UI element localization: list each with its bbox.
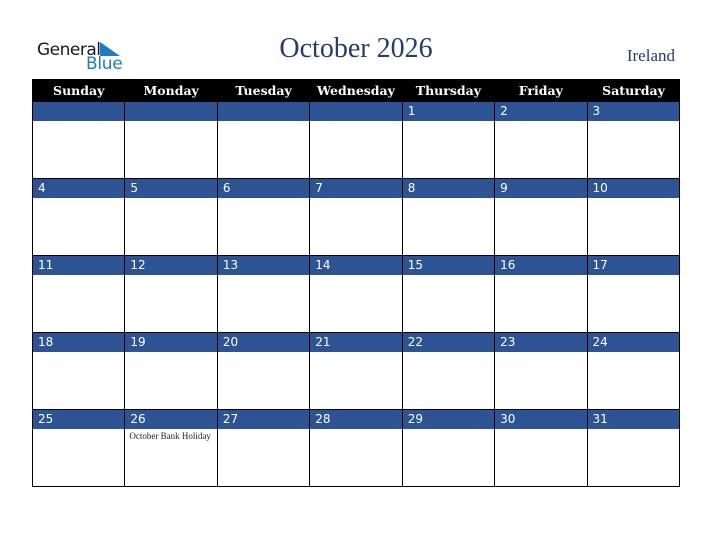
day-number: 1 (402, 102, 495, 121)
day-cell[interactable]: 31 (586, 409, 681, 487)
day-number (33, 102, 125, 121)
weekday-header-saturday: Saturday (586, 79, 680, 102)
day-number: 9 (495, 179, 587, 198)
weekday-header-monday: Monday (124, 79, 218, 102)
day-number: 10 (587, 179, 679, 198)
day-number: 31 (587, 410, 679, 429)
day-cell[interactable] (124, 101, 218, 179)
day-cell[interactable]: 16 (494, 255, 588, 333)
day-cell[interactable]: 13 (216, 255, 311, 333)
day-number: 6 (217, 179, 310, 198)
day-cell[interactable]: 8 (401, 178, 496, 256)
day-cell[interactable]: 10 (586, 178, 681, 256)
day-number: 26 (125, 410, 217, 429)
day-number: 28 (310, 410, 402, 429)
day-cell[interactable]: 1 (401, 101, 496, 179)
day-cell[interactable]: 9 (494, 178, 588, 256)
day-cell[interactable]: 14 (309, 255, 403, 333)
day-number (310, 102, 402, 121)
week-row: 11 12 13 14 15 16 17 (31, 255, 681, 333)
day-number: 13 (217, 256, 310, 275)
day-number: 18 (33, 333, 125, 352)
day-number: 17 (587, 256, 679, 275)
week-row: 25 26 October Bank Holiday 27 28 29 30 31 (31, 409, 681, 487)
day-number: 2 (495, 102, 587, 121)
weekday-header-wednesday: Wednesday (309, 79, 403, 102)
day-cell[interactable]: 28 (309, 409, 403, 487)
day-cell[interactable]: 15 (401, 255, 496, 333)
day-cell[interactable]: 26 October Bank Holiday (124, 409, 218, 487)
day-cell[interactable]: 12 (124, 255, 218, 333)
day-number: 19 (125, 333, 217, 352)
day-cell[interactable]: 29 (401, 409, 496, 487)
day-cell[interactable]: 11 (31, 255, 126, 333)
day-number: 23 (495, 333, 587, 352)
day-number: 16 (495, 256, 587, 275)
calendar-title: October 2026 (279, 33, 433, 64)
weekday-header-sunday: Sunday (31, 79, 125, 102)
day-number: 15 (402, 256, 495, 275)
day-number: 24 (587, 333, 679, 352)
day-cell[interactable]: 17 (586, 255, 681, 333)
day-cell[interactable]: 2 (494, 101, 588, 179)
weekday-header-friday: Friday (494, 79, 588, 102)
holiday-note: October Bank Holiday (129, 431, 211, 441)
day-number: 21 (310, 333, 402, 352)
day-number: 30 (495, 410, 587, 429)
weekday-header-row: Sunday Monday Tuesday Wednesday Thursday Frid… (31, 79, 680, 102)
day-cell[interactable]: 25 (31, 409, 126, 487)
day-number: 5 (125, 179, 217, 198)
day-cell[interactable]: 7 (309, 178, 403, 256)
day-number: 29 (402, 410, 495, 429)
day-cell[interactable] (309, 101, 403, 179)
day-number: 12 (125, 256, 217, 275)
country-label: Ireland (626, 46, 675, 65)
day-cell[interactable]: 18 (31, 332, 126, 410)
week-row: 4 5 6 7 8 9 10 (31, 178, 681, 256)
day-cell[interactable]: 3 (586, 101, 681, 179)
day-cell[interactable] (216, 101, 311, 179)
day-number: 4 (33, 179, 125, 198)
day-cell[interactable]: 27 (216, 409, 311, 487)
day-cell[interactable]: 4 (31, 178, 126, 256)
day-number: 22 (402, 333, 495, 352)
day-cell[interactable]: 30 (494, 409, 588, 487)
day-cell[interactable]: 22 (401, 332, 496, 410)
day-cell[interactable]: 23 (494, 332, 588, 410)
day-cell[interactable]: 19 (124, 332, 218, 410)
day-cell[interactable]: 20 (216, 332, 311, 410)
calendar-grid: Sunday Monday Tuesday Wednesday Thursday Frid… (31, 79, 681, 487)
day-cell[interactable]: 24 (586, 332, 681, 410)
day-number: 27 (217, 410, 310, 429)
day-cell[interactable] (31, 101, 126, 179)
day-number: 8 (402, 179, 495, 198)
day-number: 11 (33, 256, 125, 275)
day-cell[interactable]: 6 (216, 178, 311, 256)
day-cell[interactable]: 21 (309, 332, 403, 410)
day-number: 25 (33, 410, 125, 429)
day-number: 3 (587, 102, 679, 121)
day-number: 20 (217, 333, 310, 352)
weekday-header-tuesday: Tuesday (216, 79, 310, 102)
week-row: 123 (31, 101, 681, 179)
day-number (217, 102, 310, 121)
weekday-header-thursday: Thursday (401, 79, 495, 102)
day-cell[interactable]: 5 (124, 178, 218, 256)
day-number (125, 102, 217, 121)
day-number: 7 (310, 179, 402, 198)
day-number: 14 (310, 256, 402, 275)
week-row: 18 19 20 21 22 23 24 (31, 332, 681, 410)
